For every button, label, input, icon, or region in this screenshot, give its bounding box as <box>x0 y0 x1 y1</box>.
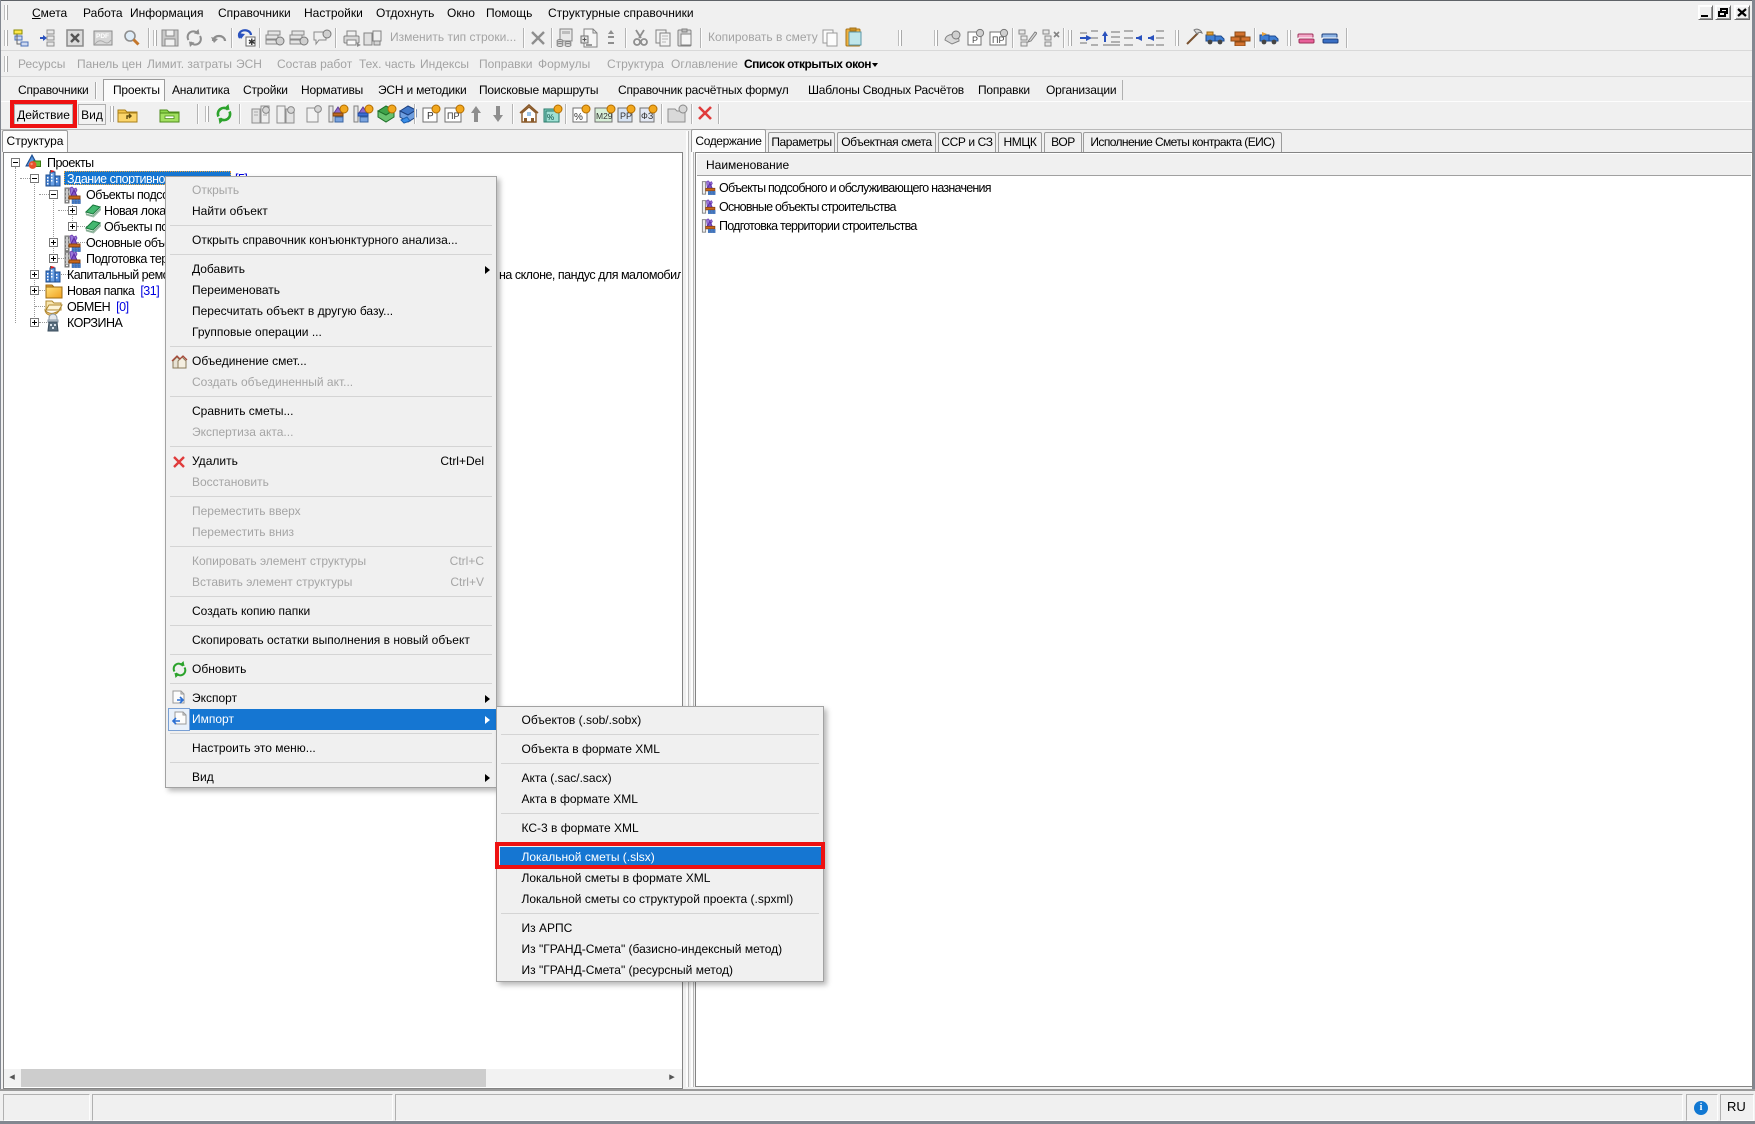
svg-text:✱: ✱ <box>248 37 256 47</box>
svg-text:PDF: PDF <box>96 33 109 40</box>
svg-text:P: P <box>972 35 978 45</box>
svg-text:%: % <box>574 112 583 123</box>
svg-text:P: P <box>427 111 434 122</box>
svg-text:%: % <box>547 113 554 122</box>
